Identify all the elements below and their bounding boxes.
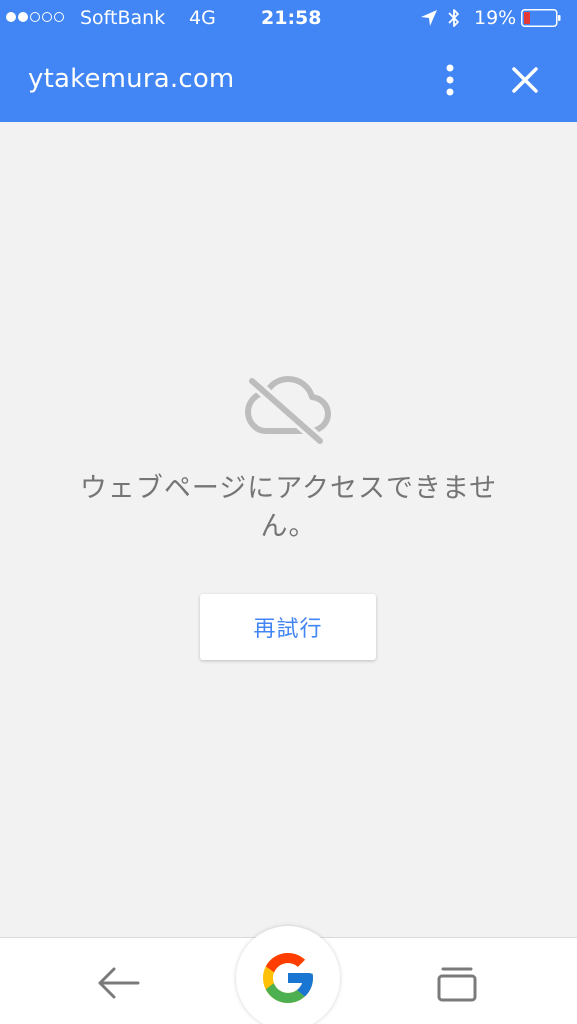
bluetooth-icon xyxy=(448,9,459,27)
location-arrow-icon xyxy=(421,10,437,26)
retry-button-label: 再試行 xyxy=(253,617,323,642)
signal-dot xyxy=(6,12,16,22)
screen: SoftBank 4G 21:58 19% ytakemura.com ウェブペ… xyxy=(0,0,577,1024)
bottom-bar xyxy=(0,926,577,1024)
cloud-off-icon xyxy=(245,375,331,445)
battery-percent: 19% xyxy=(474,7,517,29)
retry-button[interactable]: 再試行 xyxy=(200,594,376,660)
signal-dot xyxy=(54,12,64,22)
network-type: 4G xyxy=(189,7,216,29)
signal-strength-icon xyxy=(6,12,64,22)
google-button[interactable] xyxy=(236,926,340,1024)
app-bar: ytakemura.com xyxy=(0,38,577,122)
signal-dot xyxy=(42,12,52,22)
clock: 21:58 xyxy=(261,7,322,29)
tabs-icon[interactable] xyxy=(434,964,480,1004)
carrier-name: SoftBank xyxy=(80,7,166,29)
google-logo-icon xyxy=(263,953,313,1003)
site-title: ytakemura.com xyxy=(28,64,235,94)
top-bar: SoftBank 4G 21:58 19% ytakemura.com xyxy=(0,0,577,122)
signal-dot xyxy=(18,12,28,22)
signal-dot xyxy=(30,12,40,22)
error-message: ウェブページにアクセスできません。 xyxy=(79,473,498,542)
status-bar: SoftBank 4G 21:58 19% xyxy=(0,0,577,38)
close-icon[interactable] xyxy=(503,58,547,102)
battery-icon xyxy=(521,9,561,27)
back-arrow-icon[interactable] xyxy=(94,962,142,1004)
more-vert-icon[interactable] xyxy=(432,58,468,102)
